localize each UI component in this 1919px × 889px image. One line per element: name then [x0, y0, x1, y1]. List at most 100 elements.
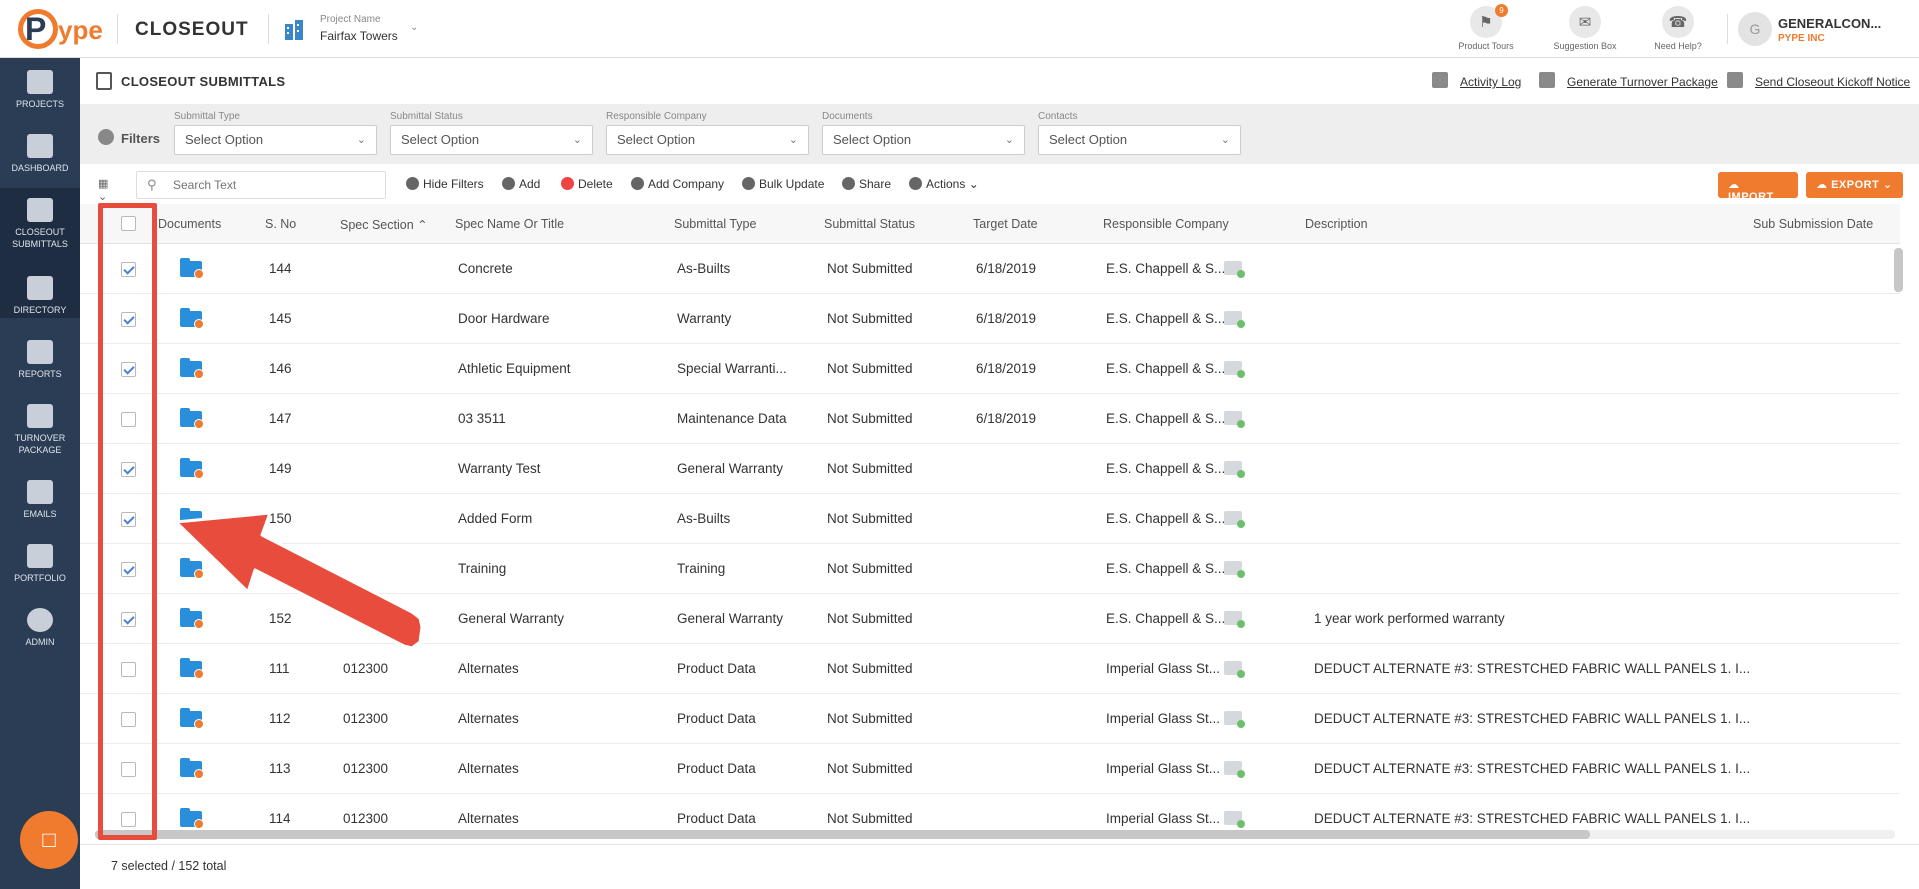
search-input[interactable] — [173, 176, 373, 194]
table-row[interactable]: 144 Concrete As-Builts Not Submitted 6/18/20… — [80, 244, 1900, 294]
cell-spec-name[interactable]: Athletic Equipment — [458, 361, 571, 376]
table-row[interactable]: 113 012300 Alternates Product Data Not Submi… — [80, 744, 1900, 794]
sidebar-item-emails[interactable]: EMAILS — [0, 480, 80, 520]
column-header-target-date[interactable]: Target Date — [973, 217, 1038, 231]
table-row[interactable]: Training Training Not Submitted E.S. Chappe… — [80, 544, 1900, 594]
table-row[interactable]: 114 012300 Alternates Product Data Not Submi… — [80, 794, 1900, 834]
contact-add-icon[interactable] — [1224, 361, 1245, 378]
cell-spec-name[interactable]: Concrete — [458, 261, 513, 276]
table-row[interactable]: 149 Warranty Test General Warranty Not Subm… — [80, 444, 1900, 494]
cell-spec-name[interactable]: Added Form — [458, 511, 532, 526]
documents-folder-icon[interactable] — [180, 558, 204, 579]
contact-add-icon[interactable] — [1224, 561, 1245, 578]
sidebar-item-portfolio[interactable]: PORTFOLIO — [0, 544, 80, 584]
cell-sno: 152 — [269, 611, 292, 626]
cell-spec-name[interactable]: Warranty Test — [458, 461, 541, 476]
hide-filters-button[interactable]: Hide Filters — [406, 177, 484, 191]
delete-button[interactable]: Delete — [561, 177, 613, 191]
contacts-select[interactable]: Select Option ⌄ — [1038, 125, 1241, 155]
cell-spec-name[interactable]: Training — [458, 561, 506, 576]
documents-folder-icon[interactable] — [180, 708, 204, 729]
column-header-spec-section[interactable]: Spec Section ⌃ — [340, 217, 428, 232]
activity-log-link[interactable]: Activity Log — [1460, 75, 1521, 89]
documents-folder-icon[interactable] — [180, 358, 204, 379]
cell-spec-name[interactable]: 03 3511 — [458, 411, 506, 426]
import-button[interactable]: ☁ IMPORT — [1718, 172, 1798, 203]
documents-folder-icon[interactable] — [180, 808, 204, 829]
cell-submittal-status: Not Submitted — [827, 561, 913, 576]
avatar[interactable]: G — [1738, 12, 1772, 46]
column-header-submittal-type[interactable]: Submittal Type — [674, 217, 756, 231]
sidebar-item-projects[interactable]: PROJECTS — [0, 70, 80, 110]
cell-spec-name[interactable]: General Warranty — [458, 611, 564, 626]
contact-add-icon[interactable] — [1224, 461, 1245, 478]
documents-folder-icon[interactable] — [180, 658, 204, 679]
horizontal-scrollbar[interactable] — [95, 830, 1590, 839]
sidebar-item-reports[interactable]: REPORTS — [0, 340, 80, 380]
submittal-status-select[interactable]: Select Option ⌄ — [390, 125, 593, 155]
contact-add-icon[interactable] — [1224, 711, 1245, 728]
documents-folder-icon[interactable] — [180, 408, 204, 429]
chat-button[interactable]: □ — [20, 811, 78, 869]
sidebar-item-turnover-package[interactable]: TURNOVER PACKAGE — [0, 404, 80, 456]
add-button[interactable]: Add — [502, 177, 540, 191]
documents-folder-icon[interactable] — [180, 508, 204, 529]
documents-folder-icon[interactable] — [180, 458, 204, 479]
table-row[interactable]: 145 Door Hardware Warranty Not Submitted 6/1… — [80, 294, 1900, 344]
table-row[interactable]: 146 Athletic Equipment Special Warranti...… — [80, 344, 1900, 394]
contact-add-icon[interactable] — [1224, 661, 1245, 678]
responsible-company-select[interactable]: Select Option ⌄ — [606, 125, 809, 155]
send-closeout-kickoff-notice-link[interactable]: Send Closeout Kickoff Notice — [1755, 75, 1910, 89]
export-button[interactable]: ☁ EXPORT ⌄ — [1806, 172, 1903, 198]
actions-dropdown[interactable]: Actions ⌄ — [909, 177, 979, 191]
cell-spec-name[interactable]: Alternates — [458, 761, 519, 776]
sidebar-item-admin[interactable]: ADMIN — [0, 608, 80, 648]
table-row[interactable]: 147 03 3511 Maintenance Data Not Submitted 6… — [80, 394, 1900, 444]
share-button[interactable]: Share — [842, 177, 891, 191]
table-row[interactable]: 112 012300 Alternates Product Data Not Submi… — [80, 694, 1900, 744]
column-header-sub-submission-date[interactable]: Sub Submission Date — [1753, 217, 1873, 231]
product-tours-button[interactable]: ⚑ 9 Product Tours — [1441, 4, 1531, 54]
contact-add-icon[interactable] — [1224, 311, 1245, 328]
documents-folder-icon[interactable] — [180, 758, 204, 779]
contact-add-icon[interactable] — [1224, 811, 1245, 828]
submittal-type-select[interactable]: Select Option ⌄ — [174, 125, 377, 155]
add-company-button[interactable]: Add Company — [631, 177, 724, 191]
search-box[interactable]: ⚲ — [136, 171, 386, 199]
chevron-down-icon[interactable]: ⌄ — [410, 22, 418, 33]
contact-add-icon[interactable] — [1224, 611, 1245, 628]
table-row[interactable]: 111 012300 Alternates Product Data Not Submi… — [80, 644, 1900, 694]
cell-spec-name[interactable]: Alternates — [458, 811, 519, 826]
list-icon — [96, 72, 112, 90]
column-header-description[interactable]: Description — [1305, 217, 1368, 231]
cell-spec-name[interactable]: Door Hardware — [458, 311, 550, 326]
documents-folder-icon[interactable] — [180, 608, 204, 629]
suggestion-box-button[interactable]: ✉ Suggestion Box — [1540, 6, 1630, 54]
generate-turnover-package-link[interactable]: Generate Turnover Package — [1567, 75, 1718, 89]
cell-spec-name[interactable]: Alternates — [458, 661, 519, 676]
project-name[interactable]: Fairfax Towers — [320, 29, 398, 43]
table-row[interactable]: 150 Added Form As-Builts Not Submitted E.S. … — [80, 494, 1900, 544]
column-header-responsible-company[interactable]: Responsible Company — [1103, 217, 1229, 231]
column-header-spec-name[interactable]: Spec Name Or Title — [455, 217, 564, 231]
documents-folder-icon[interactable] — [180, 258, 204, 279]
contact-add-icon[interactable] — [1224, 411, 1245, 428]
pype-logo[interactable]: P ype — [18, 9, 108, 49]
table-row[interactable]: 152 General Warranty General Warranty Not S… — [80, 594, 1900, 644]
user-name[interactable]: GENERALCON... — [1778, 16, 1881, 31]
column-chooser-icon[interactable]: ▦ ⌄ — [98, 177, 120, 203]
column-header-sno[interactable]: S. No — [265, 217, 296, 231]
sidebar-item-directory[interactable]: DIRECTORY — [0, 276, 80, 316]
need-help-button[interactable]: ☎ Need Help? — [1633, 6, 1723, 54]
sidebar-item-dashboard[interactable]: DASHBOARD — [0, 134, 80, 174]
column-header-documents[interactable]: Documents — [158, 217, 221, 231]
contact-add-icon[interactable] — [1224, 261, 1245, 278]
vertical-scrollbar[interactable] — [1894, 248, 1903, 292]
documents-folder-icon[interactable] — [180, 308, 204, 329]
bulk-update-button[interactable]: Bulk Update — [742, 177, 824, 191]
column-header-submittal-status[interactable]: Submittal Status — [824, 217, 915, 231]
contact-add-icon[interactable] — [1224, 511, 1245, 528]
cell-spec-name[interactable]: Alternates — [458, 711, 519, 726]
contact-add-icon[interactable] — [1224, 761, 1245, 778]
documents-select[interactable]: Select Option ⌄ — [822, 125, 1025, 155]
